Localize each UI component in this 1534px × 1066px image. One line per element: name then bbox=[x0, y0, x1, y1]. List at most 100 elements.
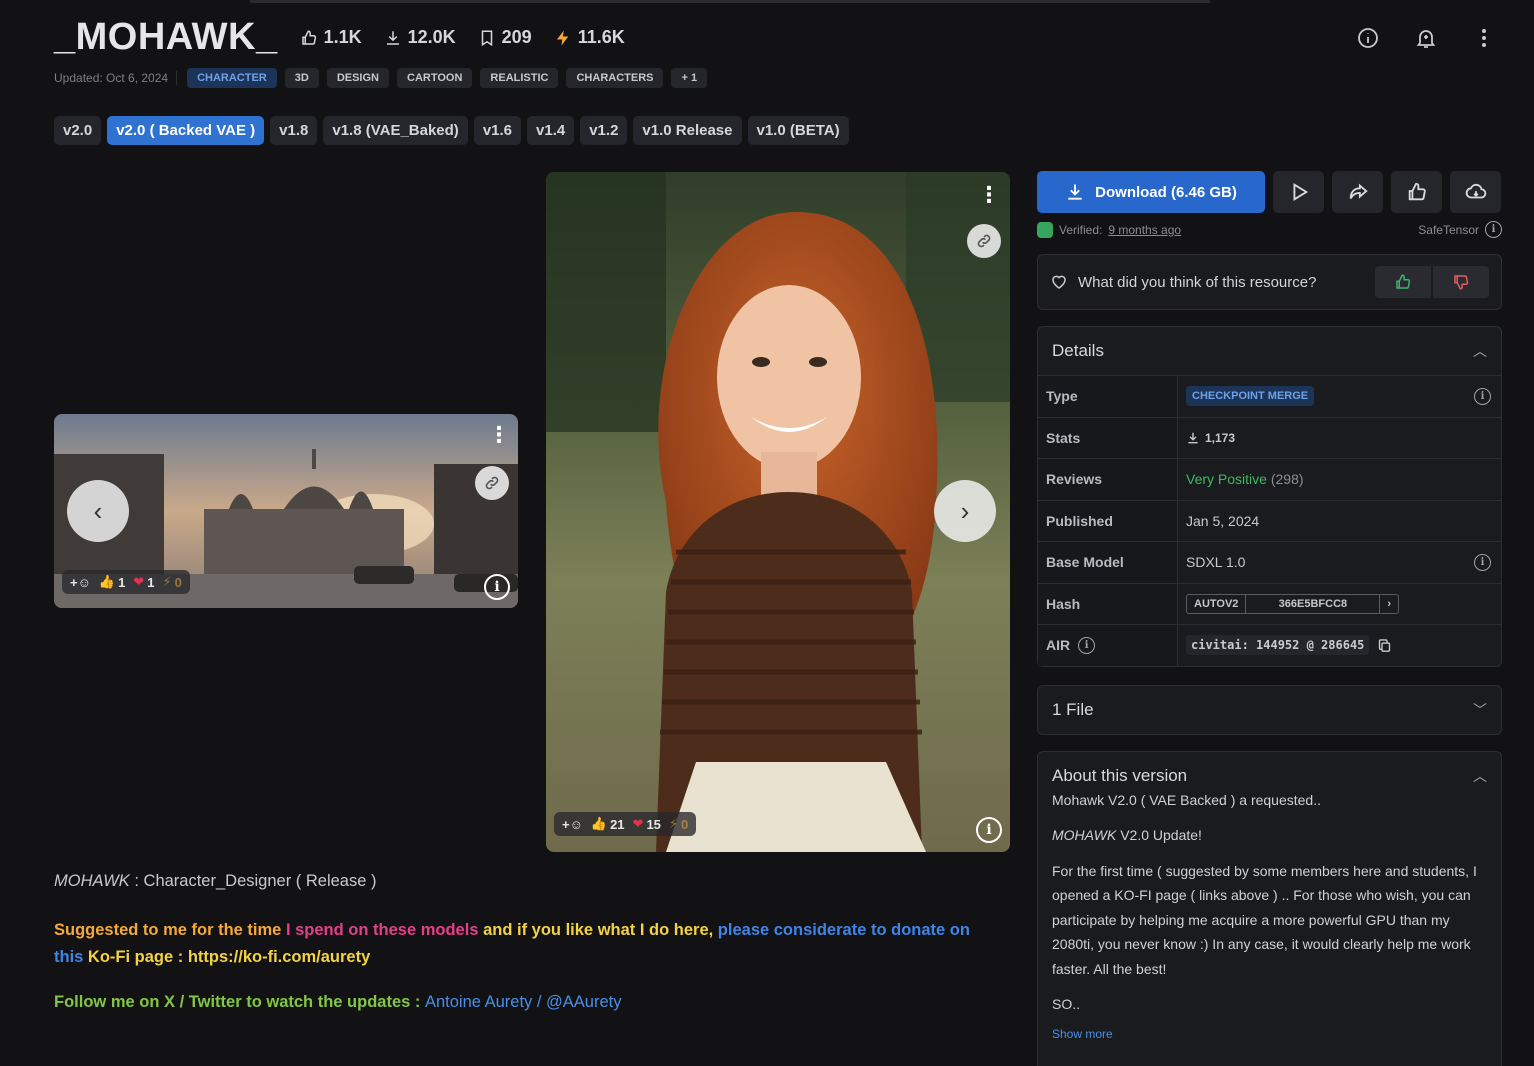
gallery-thumbnail[interactable]: ⋮ ‹ +☺ 👍 1 ❤ 1 ⚡ 0 i bbox=[54, 414, 518, 608]
air-value: civitai: 144952 @ 286645 bbox=[1186, 635, 1370, 656]
kofi-link[interactable]: Ko-Fi page : https://ko-fi.com/aurety bbox=[83, 948, 370, 966]
link-icon bbox=[977, 234, 991, 248]
detail-key: Type bbox=[1038, 376, 1178, 417]
like-count: 21 bbox=[610, 816, 625, 832]
details-title: Details bbox=[1052, 341, 1104, 360]
about-italic-text: MOHAWK bbox=[1052, 827, 1117, 843]
buzz-count: 11.6K bbox=[577, 27, 625, 47]
chevron-down-icon: ﹀ bbox=[1473, 701, 1487, 718]
reviews-rating: Very Positive bbox=[1186, 471, 1267, 488]
main-link-button[interactable] bbox=[967, 224, 1001, 258]
thumbs-down-vote-button[interactable] bbox=[1433, 266, 1489, 298]
air-label: AIR bbox=[1046, 637, 1071, 654]
buzz-reaction[interactable]: ⚡ 0 bbox=[162, 574, 181, 590]
published-date: Jan 5, 2024 bbox=[1186, 512, 1260, 529]
download-label: Download (6.46 GB) bbox=[1095, 183, 1237, 201]
heart-reaction[interactable]: ❤ 1 bbox=[133, 574, 154, 590]
like-reaction[interactable]: 👍 1 bbox=[99, 574, 125, 590]
hash-value: 366E5BFCC8 bbox=[1246, 594, 1381, 613]
tag-character[interactable]: CHARACTER bbox=[187, 68, 277, 88]
chevron-right-icon[interactable]: › bbox=[1380, 595, 1398, 613]
right-panel: Download (6.46 GB) Verified: 9 months ag… bbox=[1037, 171, 1502, 1066]
info-icon[interactable]: i bbox=[1078, 636, 1096, 654]
files-header[interactable]: 1 File ﹀ bbox=[1038, 686, 1501, 734]
play-icon bbox=[1293, 183, 1308, 201]
thumb-link-button[interactable] bbox=[475, 466, 509, 500]
meta-row: Updated: Oct 6, 2024 CHARACTER 3D DESIGN… bbox=[54, 68, 708, 88]
thumb-menu-icon[interactable]: ⋮ bbox=[488, 424, 510, 446]
description-italic: MOHAWK bbox=[54, 872, 130, 890]
thumbs-up-vote-button[interactable] bbox=[1375, 266, 1431, 298]
tag-characters[interactable]: CHARACTERS bbox=[566, 68, 664, 88]
info-icon[interactable]: i bbox=[1474, 553, 1491, 571]
thumbs-up-icon: 👍 bbox=[98, 574, 116, 589]
like-reaction[interactable]: 👍 21 bbox=[591, 816, 625, 832]
download-button[interactable]: Download (6.46 GB) bbox=[1037, 171, 1265, 213]
base-model-value: SDXL 1.0 bbox=[1186, 554, 1246, 571]
info-icon[interactable]: i bbox=[1474, 387, 1491, 405]
gallery-main-image[interactable]: ⋮ › +☺ 👍 21 ❤ 15 ⚡ 0 i bbox=[546, 172, 1010, 852]
run-button[interactable] bbox=[1273, 171, 1324, 213]
description-text: I spend on these models bbox=[285, 921, 479, 939]
header-actions bbox=[1348, 18, 1504, 58]
heart-icon: ❤ bbox=[133, 574, 145, 589]
buzz-reaction[interactable]: ⚡ 0 bbox=[669, 816, 688, 832]
version-tab[interactable]: v1.0 (BETA) bbox=[747, 116, 849, 145]
buzz-count: 0 bbox=[681, 816, 689, 832]
version-tab[interactable]: v1.8 (VAE_Baked) bbox=[323, 116, 468, 145]
bookmarks-count: 209 bbox=[501, 27, 532, 47]
twitter-link[interactable]: Antoine Aurety / @AAurety bbox=[425, 993, 622, 1011]
like-button[interactable] bbox=[1391, 171, 1442, 213]
hash-box[interactable]: AUTOV2 366E5BFCC8 › bbox=[1186, 593, 1400, 614]
tag-design[interactable]: DESIGN bbox=[326, 68, 389, 88]
version-tab[interactable]: v2.0 bbox=[54, 116, 102, 145]
details-header[interactable]: Details ︿ bbox=[1038, 327, 1501, 375]
about-paragraph: MOHAWK V2.0 Update! bbox=[1052, 823, 1487, 848]
detail-key: Published bbox=[1038, 500, 1178, 541]
feedback-box: What did you think of this resource? bbox=[1037, 254, 1502, 310]
info-icon[interactable]: i bbox=[1485, 221, 1502, 238]
detail-key: Hash bbox=[1038, 583, 1178, 624]
description-text: Follow me on X / Twitter to watch the up… bbox=[54, 993, 425, 1011]
gallery-prev-button[interactable]: ‹ bbox=[67, 480, 129, 542]
show-more-link[interactable]: Show more bbox=[1052, 1022, 1487, 1047]
tag-3d[interactable]: 3D bbox=[284, 68, 319, 88]
add-reaction-button[interactable]: +☺ bbox=[562, 817, 583, 832]
share-button[interactable] bbox=[1332, 171, 1383, 213]
buzz-stat: 11.6K bbox=[554, 27, 625, 48]
tag-realistic[interactable]: REALISTIC bbox=[480, 68, 559, 88]
version-tab[interactable]: v1.6 bbox=[473, 116, 522, 145]
info-button[interactable] bbox=[1348, 18, 1388, 58]
description-paragraph: Follow me on X / Twitter to watch the up… bbox=[54, 993, 984, 1012]
tag-cartoon[interactable]: CARTOON bbox=[397, 68, 473, 88]
bookmark-icon bbox=[481, 30, 492, 46]
notify-button[interactable] bbox=[1406, 18, 1446, 58]
verified-date-link[interactable]: 9 months ago bbox=[1108, 223, 1181, 237]
verified-row: Verified: 9 months ago SafeTensor i bbox=[1037, 221, 1502, 238]
version-tab[interactable]: v1.8 bbox=[270, 116, 318, 145]
more-menu-button[interactable] bbox=[1464, 18, 1504, 58]
about-paragraph: Mohawk V2.0 ( VAE Backed ) a requested.. bbox=[1052, 791, 1321, 808]
action-row: Download (6.46 GB) bbox=[1037, 171, 1502, 213]
thumb-info-icon[interactable]: i bbox=[484, 574, 510, 600]
reviews-link[interactable]: Very Positive (298) bbox=[1186, 471, 1304, 487]
detail-row-reviews: Reviews Very Positive (298) bbox=[1038, 458, 1501, 500]
main-image-menu-icon[interactable]: ⋮ bbox=[978, 184, 1000, 206]
cloud-button[interactable] bbox=[1450, 171, 1501, 213]
download-stat: 1,173 bbox=[1186, 431, 1235, 445]
main-info-icon[interactable]: i bbox=[976, 817, 1002, 843]
tag-more[interactable]: + 1 bbox=[671, 68, 708, 88]
heart-reaction[interactable]: ❤ 15 bbox=[633, 816, 661, 832]
version-tab[interactable]: v1.0 Release bbox=[633, 116, 742, 145]
gallery-next-button[interactable]: › bbox=[934, 480, 996, 542]
add-reaction-button[interactable]: +☺ bbox=[70, 575, 91, 590]
about-body: Mohawk V2.0 ( VAE Backed ) a requested..… bbox=[1038, 788, 1501, 1047]
detail-row-hash: Hash AUTOV2 366E5BFCC8 › bbox=[1038, 582, 1501, 624]
detail-row-type: Type CHECKPOINT MERGE i bbox=[1038, 375, 1501, 417]
safetensor-label: SafeTensor bbox=[1418, 222, 1479, 237]
version-tab[interactable]: v1.4 bbox=[527, 116, 575, 145]
download-icon bbox=[386, 30, 399, 45]
version-tab[interactable]: v1.2 bbox=[580, 116, 628, 145]
version-tab-active[interactable]: v2.0 ( Backed VAE ) bbox=[107, 116, 265, 145]
copy-icon[interactable] bbox=[1377, 638, 1392, 653]
